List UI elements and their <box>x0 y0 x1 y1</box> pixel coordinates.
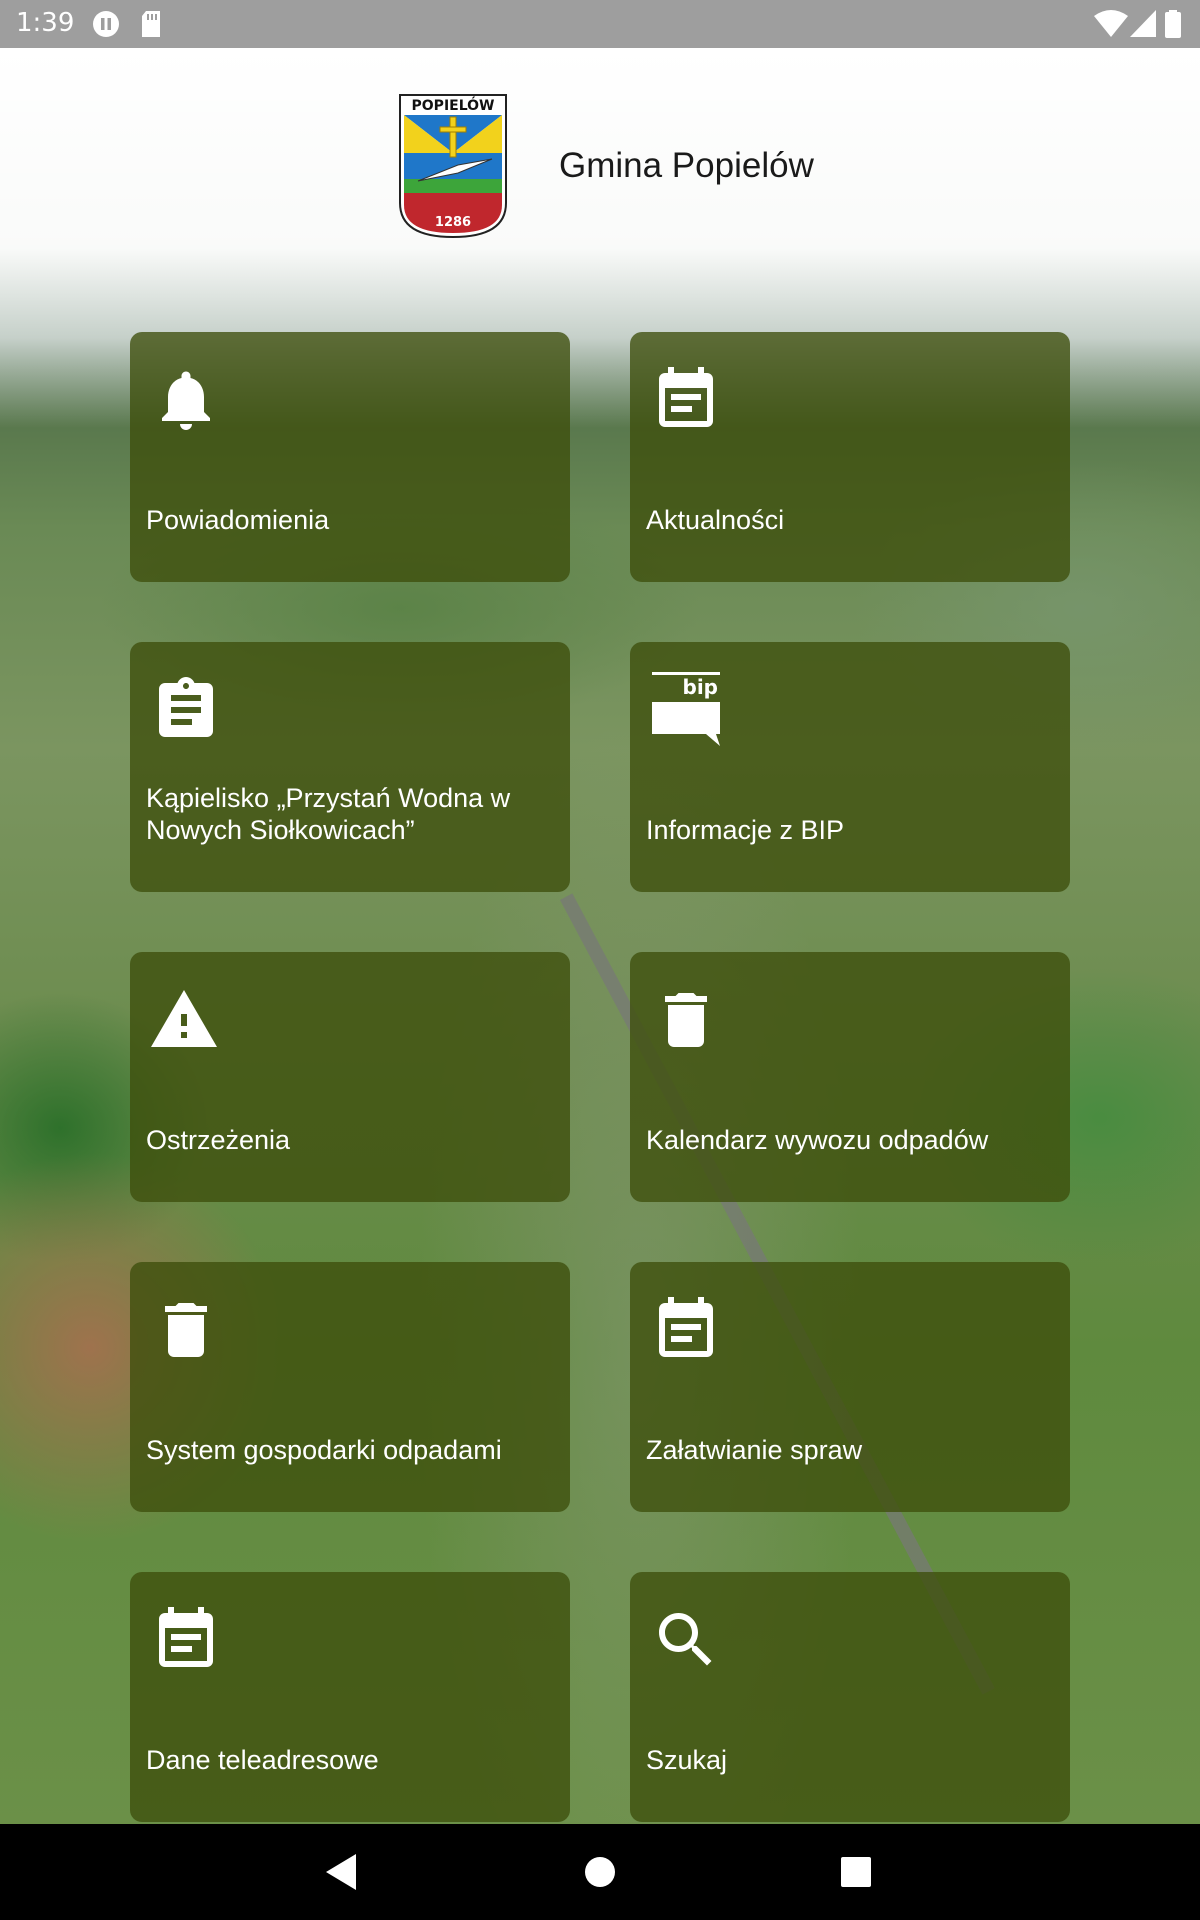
background-landscape <box>0 48 1200 1824</box>
tile-label: Szukaj <box>646 1745 728 1775</box>
tile-warnings[interactable]: Ostrzeżenia <box>130 952 570 1202</box>
tile-label: Kąpielisko „Przystań Wodna w Nowych Sioł… <box>146 783 511 845</box>
recents-icon[interactable] <box>832 1848 880 1896</box>
home-icon[interactable] <box>576 1848 624 1896</box>
tile-label: Załatwianie spraw <box>646 1435 863 1465</box>
tile-notifications[interactable]: Powiadomienia <box>130 332 570 582</box>
tile-label: Informacje z BIP <box>646 815 845 845</box>
coat-of-arms-logo: POPIELÓW 1286 <box>399 94 507 239</box>
pause-circle-icon <box>93 11 119 37</box>
bell-icon <box>162 371 210 430</box>
tile-label: Kalendarz wywozu odpadów <box>646 1125 989 1155</box>
tile-label: Aktualności <box>646 505 785 535</box>
tile-contacts[interactable]: Dane teleadresowe <box>130 1572 570 1822</box>
trash-icon <box>165 1303 207 1357</box>
tile-label: Powiadomienia <box>146 505 330 535</box>
navigation-bar <box>0 1824 1200 1920</box>
tile-label: Ostrzeżenia <box>146 1125 291 1155</box>
svg-text:POPIELÓW: POPIELÓW <box>412 96 495 114</box>
calendar-note-icon <box>659 367 713 427</box>
bip-icon: bip <box>652 672 720 746</box>
trash-icon <box>665 993 707 1047</box>
tile-swimming-area[interactable]: Kąpielisko „Przystań Wodna w Nowych Sioł… <box>130 642 570 892</box>
app-title: Gmina Popielów <box>559 146 814 185</box>
search-icon <box>659 1613 712 1666</box>
calendar-note-icon <box>159 1607 213 1667</box>
tile-matters[interactable]: Załatwianie spraw <box>630 1262 1070 1512</box>
clipboard-icon <box>159 677 213 737</box>
tile-waste-calendar[interactable]: Kalendarz wywozu odpadów <box>630 952 1070 1202</box>
battery-icon <box>1165 10 1181 38</box>
signal-icon <box>1130 10 1156 37</box>
tile-search[interactable]: Szukaj <box>630 1572 1070 1822</box>
wifi-icon <box>1094 10 1128 37</box>
warning-icon <box>151 990 217 1047</box>
svg-text:1286: 1286 <box>435 215 471 230</box>
tile-news[interactable]: Aktualności <box>630 332 1070 582</box>
tile-label: Dane teleadresowe <box>146 1745 379 1775</box>
tile-bip[interactable]: bip Informacje z BIP <box>630 642 1070 892</box>
tile-label: System gospodarki odpadami <box>146 1435 502 1465</box>
status-bar: 1:39 <box>0 0 1200 48</box>
sd-card-icon <box>142 11 160 37</box>
tile-waste-system[interactable]: System gospodarki odpadami <box>130 1262 570 1512</box>
calendar-note-icon <box>659 1297 713 1357</box>
back-icon[interactable] <box>318 1848 366 1896</box>
status-time: 1:39 <box>16 8 75 38</box>
svg-text:bip: bip <box>683 675 719 699</box>
